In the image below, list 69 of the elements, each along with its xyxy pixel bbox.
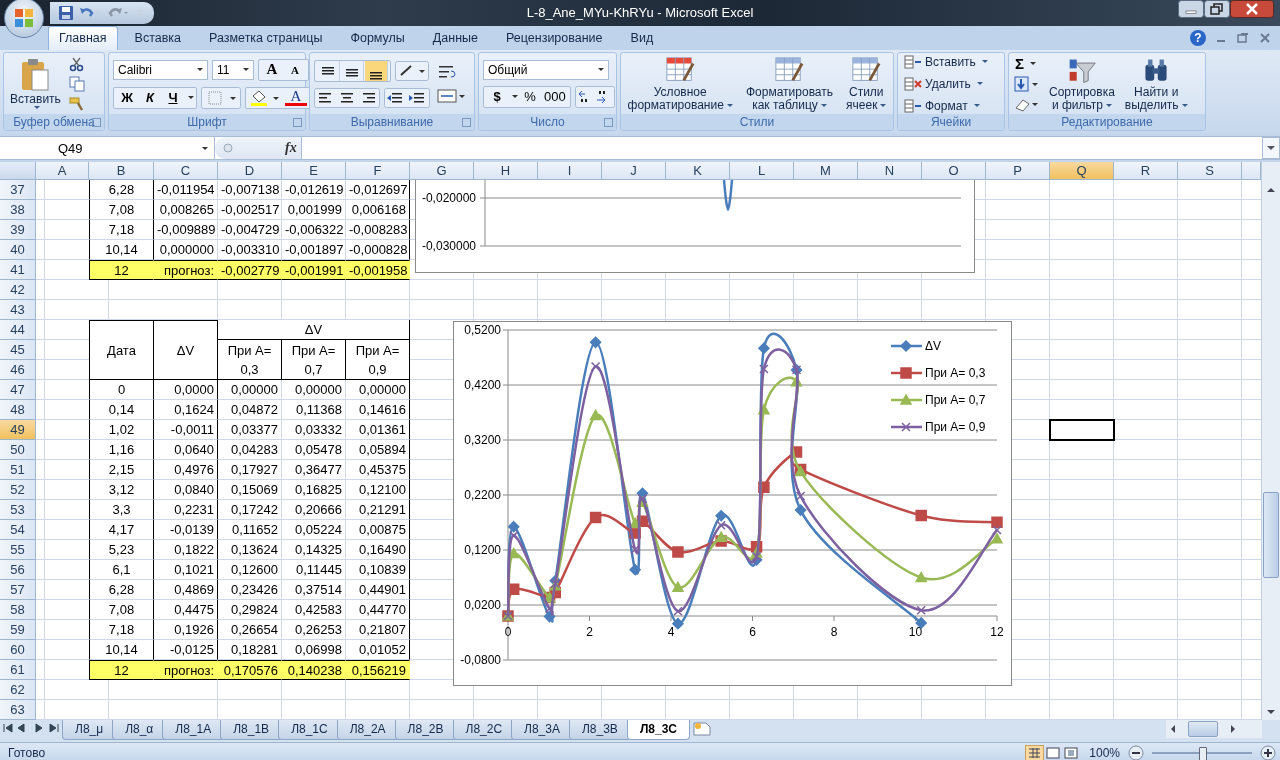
table-cell: 3,3: [89, 500, 154, 520]
axis-label: 8: [830, 625, 838, 639]
group-label: Буфер обмена: [13, 115, 95, 129]
group-label: Редактирование: [1061, 115, 1153, 129]
group-label: Число: [530, 115, 565, 129]
table-cell: -0,008283: [346, 220, 410, 240]
group-label: Ячейки: [930, 115, 972, 129]
table-cell: -0,000828: [346, 240, 410, 260]
table-cell: 10,14: [89, 640, 154, 660]
table-cell: 5,23: [89, 540, 154, 560]
table-cell: 3,12: [89, 480, 154, 500]
column-heading: 0,9: [346, 360, 410, 380]
column-heading: 0,3: [218, 360, 282, 380]
table-cell: -0,012697: [346, 180, 410, 200]
axis-label: 0,4200: [464, 378, 501, 392]
axis-label: 4: [667, 625, 675, 639]
table-cell: 7,08: [89, 600, 154, 620]
column-heading: ΔV: [218, 320, 410, 340]
table-cell: прогноз:: [154, 260, 218, 280]
table-cell: 6,28: [89, 180, 154, 200]
legend-label: При А= 0,9: [925, 420, 986, 434]
table-cell: 7,08: [89, 200, 154, 220]
table-cell: 7,18: [89, 620, 154, 640]
table-cell: 12: [89, 260, 154, 280]
window-title: L-8_Ane_MYu-KhRYu - Microsoft Excel: [525, 5, 755, 20]
column-heading: При А=: [346, 340, 410, 360]
table-cell: 0,14: [89, 400, 154, 420]
axis-label: 2: [586, 625, 593, 639]
axis-label: 6: [749, 625, 756, 639]
table-cell: 7,18: [89, 220, 154, 240]
axis-label: 10: [908, 625, 923, 639]
axis-label: 0,1200: [464, 543, 501, 557]
legend-label: При А= 0,3: [925, 366, 986, 380]
column-heading: Дата: [89, 320, 154, 380]
axis-label: 0,5200: [464, 323, 501, 337]
group-label: Шрифт: [187, 115, 227, 129]
axis-label: -0,020000: [421, 191, 476, 205]
group-label: Стили: [739, 115, 775, 129]
legend-label: ΔV: [925, 339, 942, 353]
table-cell: 6,1: [89, 560, 154, 580]
status-text: Готово: [7, 746, 46, 760]
table-cell: 2,15: [89, 460, 154, 480]
axis-label: 12: [990, 625, 1004, 639]
table-cell: 0,170576: [218, 660, 282, 680]
table-cell: прогноз:: [154, 660, 218, 680]
axis-label: -0,030000: [421, 239, 476, 253]
column-heading: При А=: [218, 340, 282, 360]
axis-label: 0,3200: [464, 433, 501, 447]
table-cell: 4,17: [89, 520, 154, 540]
table-cell: -0,001958: [346, 260, 410, 280]
table-cell: 6,28: [89, 580, 154, 600]
table-cell: -0,002779: [218, 260, 282, 280]
legend-label: При А= 0,7: [925, 393, 986, 407]
column-heading: ΔV: [154, 320, 218, 380]
table-cell: 10,14: [89, 240, 154, 260]
table-cell: 1,02: [89, 420, 154, 440]
table-cell: 0,156219: [346, 660, 410, 680]
group-label: Выравнивание: [350, 115, 434, 129]
column-heading: 0,7: [282, 360, 346, 380]
table-cell: 1,16: [89, 440, 154, 460]
table-cell: 0: [89, 380, 154, 400]
axis-label: 0,0200: [464, 598, 501, 612]
column-heading: При А=: [282, 340, 346, 360]
axis-label: -0,0800: [460, 653, 501, 667]
table-cell: 0,140238: [282, 660, 346, 680]
table-cell: 12: [89, 660, 154, 680]
axis-label: 0,2200: [464, 488, 501, 502]
table-cell: -0,001991: [282, 260, 346, 280]
axis-label: 0: [504, 625, 512, 639]
